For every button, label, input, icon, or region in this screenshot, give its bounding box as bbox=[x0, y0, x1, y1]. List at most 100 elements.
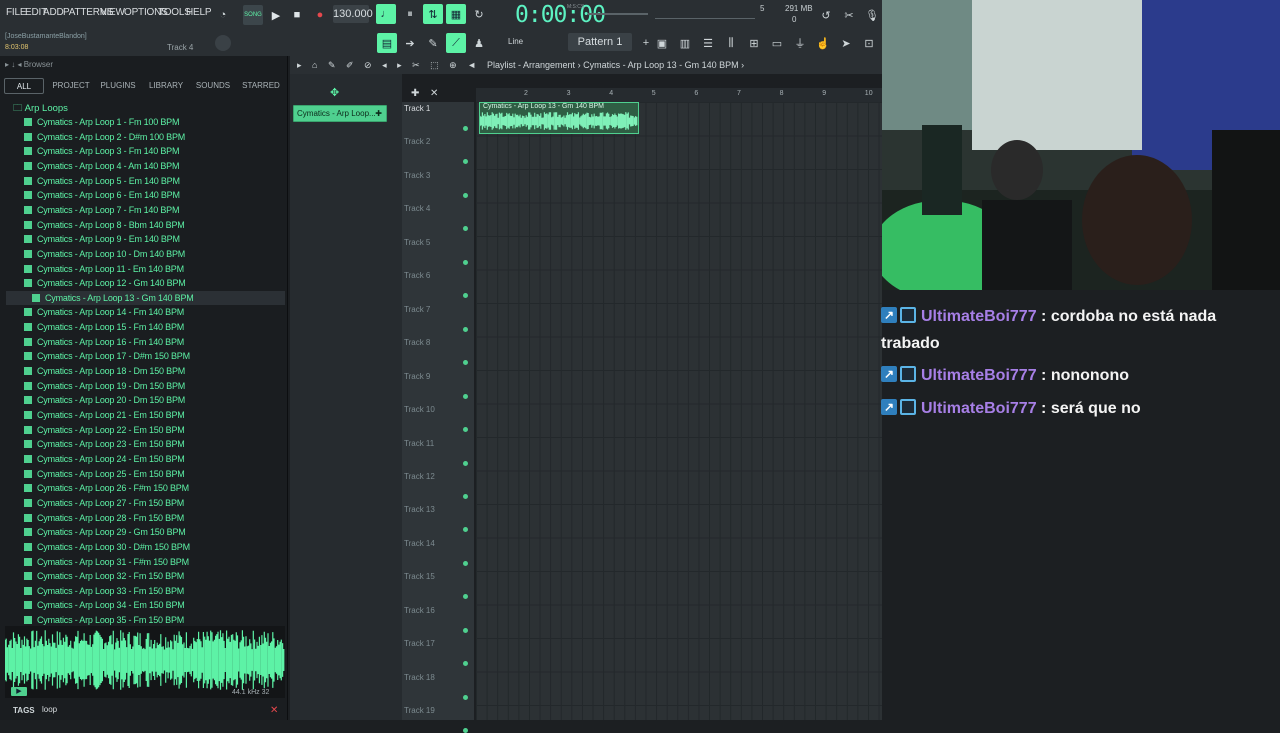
browser-icon[interactable]: ▭ bbox=[767, 33, 787, 53]
song-position-slider[interactable] bbox=[588, 13, 648, 15]
browser-file-item[interactable]: Cymatics - Arp Loop 26 - F#m 150 BPM bbox=[24, 481, 189, 495]
browser-arrows-icon[interactable]: ▸ ↓ ◂ bbox=[5, 60, 24, 69]
arrow-right-icon[interactable]: ➔ bbox=[400, 33, 420, 53]
browser-file-item[interactable]: Cymatics - Arp Loop 35 - Fm 150 BPM bbox=[24, 613, 184, 627]
stamp-icon[interactable]: ♟ bbox=[469, 33, 489, 53]
tab-plugins[interactable]: PLUGINS bbox=[97, 78, 139, 94]
mixer-icon[interactable]: ⫼ bbox=[721, 33, 741, 53]
browser-file-item[interactable]: Cymatics - Arp Loop 31 - F#m 150 BPM bbox=[24, 555, 189, 569]
browser-file-item[interactable]: Cymatics - Arp Loop 32 - Fm 150 BPM bbox=[24, 569, 184, 583]
playlist-icon[interactable]: ▣ bbox=[652, 33, 672, 53]
track-enable-led[interactable] bbox=[463, 493, 468, 499]
track-label[interactable]: Track 19 bbox=[404, 706, 435, 715]
paint-icon[interactable]: ⟋ bbox=[446, 33, 466, 53]
pencil-icon[interactable]: ✎ bbox=[423, 33, 443, 53]
pattern-mode-icon[interactable]: ▤ bbox=[377, 33, 397, 53]
track-label[interactable]: Track 12 bbox=[404, 472, 435, 481]
browser-file-item[interactable]: Cymatics - Arp Loop 30 - D#m 150 BPM bbox=[24, 540, 190, 554]
track-enable-led[interactable] bbox=[463, 694, 468, 700]
track-enable-led[interactable] bbox=[463, 728, 468, 733]
browser-file-item[interactable]: Cymatics - Arp Loop 29 - Gm 150 BPM bbox=[24, 525, 186, 539]
track-label[interactable]: Track 3 bbox=[404, 171, 430, 180]
play-icon[interactable]: ▶ bbox=[266, 5, 286, 25]
browser-file-item[interactable]: Cymatics - Arp Loop 2 - D#m 100 BPM bbox=[24, 130, 185, 144]
microphone-icon[interactable]: 🎙 bbox=[862, 5, 882, 25]
tag-value[interactable]: loop bbox=[42, 705, 57, 714]
track-enable-led[interactable] bbox=[463, 326, 468, 332]
menu-view[interactable]: VIEW bbox=[100, 7, 125, 18]
track-enable-led[interactable] bbox=[463, 259, 468, 265]
browser-file-item[interactable]: Cymatics - Arp Loop 9 - Em 140 BPM bbox=[24, 232, 180, 246]
record-icon[interactable]: ● bbox=[310, 5, 330, 25]
channel-button[interactable]: Cymatics - Arp Loop... ✚ bbox=[293, 105, 387, 122]
step-edit-icon[interactable]: ▦ bbox=[446, 4, 466, 24]
playlist-tools-icons[interactable]: ▸ ⌂ ✎ ✐ ⊘ ◂ ▸ ✂ ⬚ ⊕ ◄ bbox=[297, 60, 480, 71]
tab-library[interactable]: LIBRARY bbox=[145, 78, 187, 94]
metronome-icon[interactable]: ♩ bbox=[376, 4, 396, 24]
browser-file-item[interactable]: Cymatics - Arp Loop 6 - Em 140 BPM bbox=[24, 188, 180, 202]
undo-icon[interactable]: ↺ bbox=[816, 5, 836, 25]
browser-file-item[interactable]: Cymatics - Arp Loop 22 - Em 150 BPM bbox=[24, 423, 185, 437]
track-enable-led[interactable] bbox=[463, 393, 468, 399]
stop-icon[interactable]: ■ bbox=[287, 5, 307, 25]
browser-file-item[interactable]: Cymatics - Arp Loop 3 - Fm 140 BPM bbox=[24, 144, 179, 158]
track-label[interactable]: Track 6 bbox=[404, 271, 430, 280]
tab-all[interactable]: ALL bbox=[4, 78, 44, 94]
track-enable-led[interactable] bbox=[463, 627, 468, 633]
timeline-ruler[interactable] bbox=[476, 88, 882, 102]
tab-starred[interactable]: STARRED bbox=[240, 78, 282, 94]
browser-file-item[interactable]: Cymatics - Arp Loop 19 - Dm 150 BPM bbox=[24, 379, 185, 393]
track-label[interactable]: Track 2 bbox=[404, 137, 430, 146]
browser-file-item[interactable]: Cymatics - Arp Loop 10 - Dm 140 BPM bbox=[24, 247, 185, 261]
chat-username[interactable]: UltimateBoi777 bbox=[921, 308, 1037, 325]
export-icon[interactable]: ➤ bbox=[836, 33, 856, 53]
track-enable-led[interactable] bbox=[463, 460, 468, 466]
browser-file-item[interactable]: Cymatics - Arp Loop 4 - Am 140 BPM bbox=[24, 159, 179, 173]
track-label[interactable]: Track 17 bbox=[404, 639, 435, 648]
menu-add[interactable]: ADD bbox=[43, 7, 64, 18]
menu-help[interactable]: HELP bbox=[186, 7, 212, 18]
wait-icon[interactable]: ⏸ bbox=[400, 4, 420, 24]
browser-file-item[interactable]: Cymatics - Arp Loop 17 - D#m 150 BPM bbox=[24, 349, 190, 363]
browser-file-item[interactable]: Cymatics - Arp Loop 25 - Em 150 BPM bbox=[24, 467, 185, 481]
track-label[interactable]: Track 9 bbox=[404, 372, 430, 381]
menu-file[interactable]: FILE bbox=[6, 7, 27, 18]
track-label[interactable]: Track 1 bbox=[404, 104, 430, 113]
track-label[interactable]: Track 8 bbox=[404, 338, 430, 347]
browser-file-item[interactable]: Cymatics - Arp Loop 34 - Em 150 BPM bbox=[24, 598, 185, 612]
browser-file-item[interactable]: Cymatics - Arp Loop 5 - Em 140 BPM bbox=[24, 174, 180, 188]
browser-file-item[interactable]: Cymatics - Arp Loop 16 - Fm 140 BPM bbox=[24, 335, 184, 349]
close-icon[interactable]: ✕ bbox=[270, 705, 278, 716]
track-label[interactable]: Track 4 bbox=[404, 204, 430, 213]
touch-icon[interactable]: ☝ bbox=[813, 33, 833, 53]
pattern-selector[interactable]: Pattern 1 bbox=[568, 33, 632, 51]
track-label[interactable]: Track 11 bbox=[404, 439, 434, 448]
track-label[interactable]: Track 16 bbox=[404, 606, 435, 615]
remove-track-icon[interactable]: ✕ bbox=[430, 88, 438, 99]
pat-song-toggle[interactable]: SONG bbox=[243, 5, 263, 25]
track-label[interactable]: Track 10 bbox=[404, 405, 435, 414]
time-display[interactable]: 0:00:00 bbox=[515, 2, 606, 28]
preview-play-icon[interactable]: ▶ bbox=[11, 687, 27, 696]
tools-icon[interactable]: ✂ bbox=[839, 5, 859, 25]
browser-file-item[interactable]: Cymatics - Arp Loop 14 - Fm 140 BPM bbox=[24, 305, 184, 319]
chat-username[interactable]: UltimateBoi777 bbox=[921, 400, 1037, 417]
browser-file-item[interactable]: Cymatics - Arp Loop 23 - Em 150 BPM bbox=[24, 437, 185, 451]
browser-file-item[interactable]: Cymatics - Arp Loop 11 - Em 140 BPM bbox=[24, 262, 184, 276]
add-track-icon[interactable]: ✚ bbox=[411, 88, 419, 99]
browser-file-item[interactable]: Cymatics - Arp Loop 20 - Dm 150 BPM bbox=[24, 393, 185, 407]
track-label[interactable]: Track 13 bbox=[404, 505, 435, 514]
track-enable-led[interactable] bbox=[463, 126, 468, 131]
browser-file-item[interactable]: Cymatics - Arp Loop 33 - Fm 150 BPM bbox=[24, 584, 184, 598]
channel-rack-icon[interactable]: ☰ bbox=[698, 33, 718, 53]
playlist-pattern-name[interactable]: Cymatics - Arp Loop 13 - Gm 140 BPM bbox=[583, 60, 739, 70]
plugin-picker-icon[interactable]: ⊞ bbox=[744, 33, 764, 53]
playlist-grid[interactable] bbox=[476, 102, 882, 720]
browser-file-item[interactable]: Cymatics - Arp Loop 13 - Gm 140 BPM bbox=[6, 290, 285, 305]
browser-file-item[interactable]: Cymatics - Arp Loop 27 - Fm 150 BPM bbox=[24, 496, 184, 510]
master-volume-knob[interactable] bbox=[215, 35, 231, 51]
loop-record-icon[interactable]: ↻ bbox=[469, 4, 489, 24]
snap-selector[interactable]: Line bbox=[508, 37, 523, 46]
track-label[interactable]: Track 5 bbox=[404, 238, 430, 247]
tab-project[interactable]: PROJECT bbox=[50, 78, 92, 94]
